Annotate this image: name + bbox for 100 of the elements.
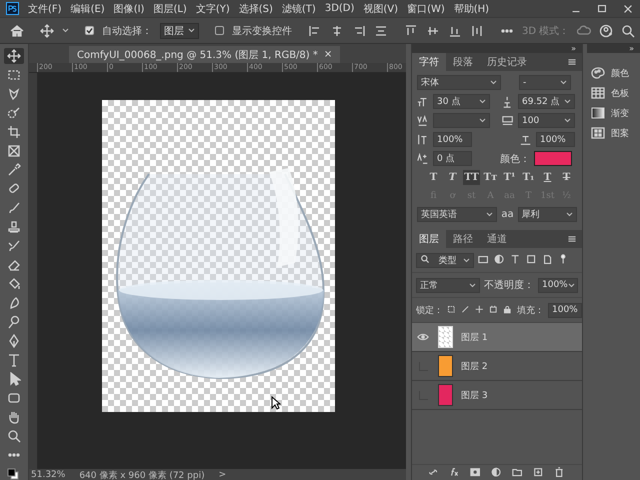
font-dropdown[interactable]: 宋体 [417, 75, 501, 90]
show-transform-checkbox[interactable] [215, 26, 224, 35]
maximize-icon[interactable] [596, 2, 608, 14]
bandage-tool-icon[interactable] [7, 182, 21, 196]
panel-tab[interactable]: 通道 [480, 230, 514, 248]
kerning-field[interactable] [433, 113, 490, 128]
horizontal-scale-field[interactable]: 100% [536, 132, 575, 147]
panel-label[interactable]: 图案 [611, 126, 629, 140]
panel-tab[interactable]: 段落 [446, 53, 480, 71]
eyedropper-tool-icon[interactable] [7, 163, 21, 177]
panel-tab[interactable]: 路径 [446, 230, 480, 248]
3d-mode-label: 3D 模式： [522, 24, 570, 38]
layer-row[interactable]: 图层 2 [412, 352, 582, 381]
baseline-shift-field[interactable]: 0 点 [433, 151, 472, 166]
panel-menu-icon[interactable] [567, 57, 577, 67]
menu-item[interactable]: 3D(D) [324, 3, 354, 14]
brush-tool-icon[interactable] [7, 201, 21, 215]
panel-tab[interactable]: 字符 [412, 53, 446, 71]
panel-menu-icon[interactable] [567, 234, 577, 244]
pattern-icon[interactable] [591, 126, 605, 140]
type-style-button[interactable]: Tт [482, 170, 499, 185]
type-tool-icon[interactable] [7, 353, 21, 367]
color-swatches-icon[interactable] [7, 468, 21, 480]
panel-tab[interactable]: 图层 [412, 230, 446, 248]
auto-select-checkbox[interactable] [85, 26, 94, 35]
type-style-button[interactable]: T¹ [501, 170, 518, 185]
home-icon[interactable] [10, 24, 24, 38]
panel-label[interactable]: 色板 [611, 86, 629, 100]
adjustment-filter-icon [494, 254, 506, 266]
menu-item[interactable]: 图层(L) [153, 2, 187, 16]
layer-row[interactable]: 图层 3 [412, 381, 582, 410]
blend-mode-dropdown[interactable]: 正常 [416, 278, 480, 292]
status-arrow[interactable]: > [218, 470, 226, 480]
panel-label[interactable]: 颜色 [611, 66, 629, 80]
type-style-button[interactable]: T [558, 170, 575, 185]
align-center-icon[interactable] [330, 24, 344, 38]
zoom-level[interactable]: 51.32% [31, 470, 66, 480]
menu-item[interactable]: 图像(I) [114, 2, 144, 16]
marquee-tool-icon[interactable] [7, 68, 21, 82]
history-brush-tool-icon[interactable] [7, 239, 21, 253]
tracking-field[interactable]: 100 [518, 113, 575, 128]
paint-bucket-tool-icon[interactable] [7, 277, 21, 291]
panel-label[interactable]: 渐变 [611, 106, 629, 120]
crop-tool-icon[interactable] [7, 125, 21, 139]
dodge-tool-icon[interactable] [7, 315, 21, 329]
caret-icon [566, 212, 573, 217]
swatches-icon[interactable] [591, 86, 605, 100]
layer-filter-dropdown[interactable]: 类型 [416, 252, 474, 268]
type-style-button[interactable]: T₁ [520, 170, 537, 185]
app-logo-icon[interactable] [6, 2, 19, 15]
panel-collapse-bar[interactable]: » [587, 44, 640, 53]
menu-item[interactable]: 文件(F) [28, 2, 62, 16]
menu-item[interactable]: 选择(S) [238, 2, 273, 16]
menu-item[interactable]: 帮助(H) [454, 2, 490, 16]
pen-tool-icon[interactable] [7, 334, 21, 348]
frame-tool-icon[interactable] [7, 144, 21, 158]
vertical-scale-field[interactable]: 100% [433, 132, 472, 147]
distribute-icon[interactable] [374, 24, 388, 38]
lasso-tool-icon[interactable] [7, 87, 21, 101]
shape-filter-icon [526, 254, 538, 266]
type-style-button[interactable]: T [425, 170, 442, 185]
fill-field[interactable]: 100% [548, 302, 582, 318]
type-style-button[interactable]: TT [463, 170, 480, 185]
panel-collapse-bar[interactable]: » [412, 44, 582, 53]
layer-row[interactable]: 图层 1 [412, 323, 582, 352]
font-size-field[interactable]: 30 点 [433, 94, 490, 109]
menu-item[interactable]: 文字(Y) [196, 2, 230, 16]
text-color-swatch[interactable] [534, 151, 572, 166]
leading-field[interactable]: 69.52 点 [518, 94, 575, 109]
menu-item[interactable]: 视图(V) [363, 2, 398, 16]
gradient-icon[interactable] [591, 106, 605, 120]
document-tab[interactable]: ComfyUI_00068_.png @ 51.3% (图层 1, RGB/8) * × [69, 46, 340, 63]
type-style-button[interactable]: T [444, 170, 461, 185]
palette-icon[interactable] [591, 66, 605, 80]
stamp-tool-icon[interactable] [7, 220, 21, 234]
align-left-icon[interactable] [308, 24, 322, 38]
align-top-icon[interactable] [404, 24, 418, 38]
rectangle-tool-icon[interactable] [7, 391, 21, 405]
zoom-tool-icon[interactable] [7, 429, 21, 443]
font-style-dropdown[interactable]: - [519, 75, 571, 90]
panel-tab[interactable]: 历史记录 [480, 53, 534, 71]
antialias-dropdown[interactable]: 犀利 [518, 207, 577, 222]
move-tool-icon[interactable] [40, 24, 54, 38]
menu-item[interactable]: 窗口(W) [407, 2, 445, 16]
eye-icon[interactable] [417, 331, 429, 343]
target-dropdown[interactable]: 图层 [160, 22, 199, 38]
menu-item[interactable]: 滤镜(T) [282, 2, 316, 16]
type-style-button[interactable]: T [539, 170, 556, 185]
cloud-icon[interactable] [577, 24, 592, 38]
close-icon[interactable] [622, 2, 634, 14]
distribute-vertical-icon[interactable] [470, 24, 484, 38]
opacity-field[interactable]: 100% [538, 278, 578, 292]
eraser-tool-icon[interactable] [7, 258, 21, 272]
menu-item[interactable]: 编辑(E) [70, 2, 105, 16]
quick-select-tool-icon[interactable] [7, 106, 21, 120]
align-right-icon[interactable] [352, 24, 366, 38]
search-icon[interactable] [621, 24, 636, 38]
move-tool-icon[interactable] [7, 49, 21, 63]
hand-tool-icon[interactable] [7, 410, 21, 424]
language-dropdown[interactable]: 英国英语 [417, 207, 498, 222]
